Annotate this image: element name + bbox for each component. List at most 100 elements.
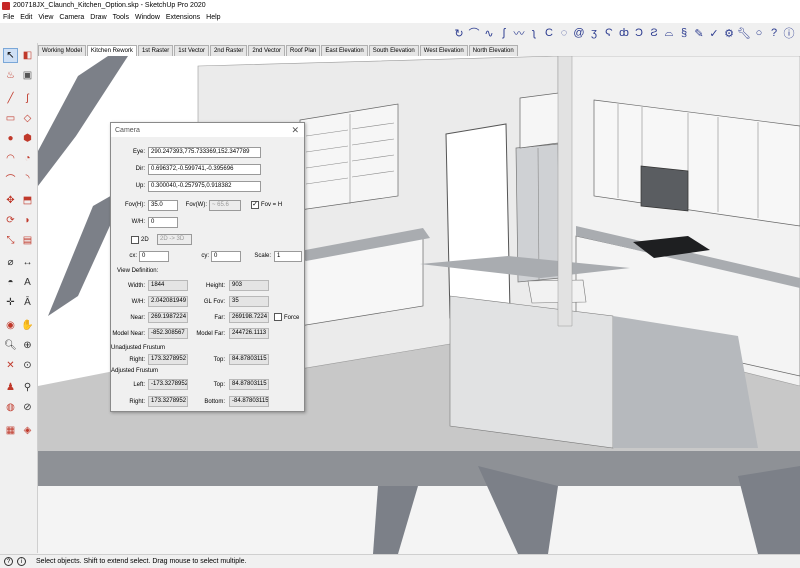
- menu-draw[interactable]: Draw: [87, 14, 109, 21]
- protractor-icon[interactable]: ◓: [3, 275, 18, 290]
- zoom-window-icon[interactable]: ⊕: [20, 338, 35, 353]
- zoom-tool-icon[interactable]: 🔍︎: [3, 338, 18, 353]
- eraser-tool-icon[interactable]: ◧: [20, 48, 35, 63]
- cy-field[interactable]: 0: [211, 251, 241, 262]
- wh-field[interactable]: 0: [148, 217, 178, 228]
- tab-2nd-raster[interactable]: 2nd Raster: [209, 45, 248, 56]
- two-point-arc-icon[interactable]: ⌒: [3, 171, 18, 186]
- menu-edit[interactable]: Edit: [17, 14, 35, 21]
- tab-south-elevation[interactable]: South Elevation: [368, 45, 419, 56]
- tab-1st-vector[interactable]: 1st Vector: [174, 45, 209, 56]
- section-plane-icon[interactable]: ⊘: [20, 400, 35, 415]
- menu-extensions[interactable]: Extensions: [163, 14, 203, 21]
- orbit-tool-icon[interactable]: ◉: [3, 318, 18, 333]
- tab-kitchen-rework[interactable]: Kitchen Rework: [86, 45, 137, 56]
- info-icon[interactable]: ⓘ: [782, 26, 796, 40]
- fovh-field[interactable]: 35.0: [148, 200, 178, 211]
- wh2-field: 2.042081949: [148, 296, 188, 307]
- follow-me-icon[interactable]: ◗: [20, 213, 35, 228]
- chevron-curve-icon[interactable]: Ɔ: [632, 26, 646, 40]
- dimension-tool-icon[interactable]: ↔: [20, 255, 35, 270]
- tab-1st-raster[interactable]: 1st Raster: [137, 45, 174, 56]
- menu-window[interactable]: Window: [132, 14, 163, 21]
- extension-toolbar: ↻ ⌒ ∿ ʃ 〰 ʅ C ◌ @ ʒ Ϛ ȸ Ɔ Ƨ ⌓ § ✎ ✓ ⚙ 🔧︎…: [0, 23, 800, 43]
- circle-tool-icon[interactable]: ●: [3, 131, 18, 146]
- circle-tool-icon[interactable]: ○: [752, 26, 766, 40]
- bezier-icon[interactable]: ʒ: [587, 26, 601, 40]
- tab-north-elevation[interactable]: North Elevation: [468, 45, 518, 56]
- axes-tool-icon[interactable]: ✛: [3, 295, 18, 310]
- 3d-text-icon[interactable]: Ā: [20, 295, 35, 310]
- walk-tool-icon[interactable]: ⚲: [20, 380, 35, 395]
- c-curve-icon[interactable]: C: [542, 26, 556, 40]
- cx-field[interactable]: 0: [139, 251, 169, 262]
- line-tool-icon[interactable]: ╱: [3, 91, 18, 106]
- fov-h-checkbox[interactable]: ✓: [251, 201, 259, 209]
- menu-camera[interactable]: Camera: [56, 14, 87, 21]
- spiral-tool-icon[interactable]: ʃ: [497, 26, 511, 40]
- tab-east-elevation[interactable]: East Elevation: [321, 45, 368, 56]
- tab-west-elevation[interactable]: West Elevation: [419, 45, 468, 56]
- tab-roof-plan[interactable]: Roof Plan: [286, 45, 321, 56]
- menu-view[interactable]: View: [35, 14, 56, 21]
- pan-tool-icon[interactable]: ✋: [20, 318, 35, 333]
- three-point-arc-icon[interactable]: ◝: [20, 171, 35, 186]
- zoom-extents-icon[interactable]: ✕: [3, 358, 18, 373]
- previous-view-icon[interactable]: ⊙: [20, 358, 35, 373]
- arc-tool-icon[interactable]: ◠: [3, 151, 18, 166]
- edit-curve-icon[interactable]: Ƨ: [647, 26, 661, 40]
- position-camera-icon[interactable]: ♟: [3, 380, 18, 395]
- wrench-icon[interactable]: 🔧︎: [737, 26, 751, 40]
- rotated-rectangle-icon[interactable]: ◇: [20, 111, 35, 126]
- menu-help[interactable]: Help: [203, 14, 223, 21]
- curve-tool-icon[interactable]: ∿: [482, 26, 496, 40]
- offset-tool-icon[interactable]: ▤: [20, 233, 35, 248]
- gear-icon[interactable]: ⚙: [722, 26, 736, 40]
- rotate-tool-icon[interactable]: ⟳: [3, 213, 18, 228]
- 2d-checkbox[interactable]: [131, 236, 139, 244]
- circle-arc-icon[interactable]: ◌: [557, 26, 571, 40]
- extension-warehouse-icon[interactable]: ◈: [20, 423, 35, 438]
- scale-tool-icon[interactable]: ⤡: [3, 233, 18, 248]
- force-checkbox[interactable]: [274, 313, 282, 321]
- scale-field[interactable]: 1: [274, 251, 302, 262]
- menu-file[interactable]: File: [0, 14, 17, 21]
- freehand-tool-icon[interactable]: ʃ: [20, 91, 35, 106]
- menu-tools[interactable]: Tools: [110, 14, 132, 21]
- width-label: Width:: [127, 283, 145, 289]
- fovw-field: ~ 65.6: [209, 200, 241, 211]
- make-component-icon[interactable]: ▣: [20, 68, 35, 83]
- wave-tool-icon[interactable]: 〰: [512, 26, 526, 40]
- close-icon[interactable]: ✕: [291, 125, 299, 136]
- pie-tool-icon[interactable]: ◔: [20, 151, 35, 166]
- tape-measure-icon[interactable]: ⌀: [3, 255, 18, 270]
- look-around-icon[interactable]: ◍: [3, 400, 18, 415]
- geo-location-icon[interactable]: ?: [4, 557, 13, 566]
- rectangle-tool-icon[interactable]: ▭: [3, 111, 18, 126]
- check-mark-icon[interactable]: ✓: [707, 26, 721, 40]
- warehouse-icon[interactable]: ▦: [3, 423, 18, 438]
- push-pull-icon[interactable]: ⬒: [20, 193, 35, 208]
- help-icon[interactable]: ?: [767, 26, 781, 40]
- select-tool-icon[interactable]: ↖: [3, 48, 18, 63]
- move-tool-icon[interactable]: ✥: [3, 193, 18, 208]
- near-field: 269.1987224: [148, 312, 188, 323]
- spiral-icon[interactable]: @: [572, 26, 586, 40]
- rotate-cw-icon[interactable]: ↻: [452, 26, 466, 40]
- eye-field[interactable]: 290.247393,775.733369,152.347789: [148, 147, 261, 158]
- tab-working-model[interactable]: Working Model: [38, 45, 86, 56]
- paint-bucket-icon[interactable]: ♨: [3, 68, 18, 83]
- hook-tool-icon[interactable]: ʅ: [527, 26, 541, 40]
- arc-tool-icon[interactable]: ⌒: [467, 26, 481, 40]
- freehand-icon[interactable]: Ϛ: [602, 26, 616, 40]
- arc-end-icon[interactable]: ⌓: [662, 26, 676, 40]
- instructor-icon[interactable]: i: [17, 557, 26, 566]
- text-tool-icon[interactable]: A: [20, 275, 35, 290]
- pen-icon[interactable]: ✎: [692, 26, 706, 40]
- polyline-icon[interactable]: ȸ: [617, 26, 631, 40]
- tab-2nd-vector[interactable]: 2nd Vector: [248, 45, 286, 56]
- wiggle-icon[interactable]: §: [677, 26, 691, 40]
- polygon-tool-icon[interactable]: ⬢: [20, 131, 35, 146]
- up-field[interactable]: 0.300040,-0.257975,0.918382: [148, 181, 261, 192]
- dir-field[interactable]: 0.696372,-0.599741,-0.395696: [148, 164, 261, 175]
